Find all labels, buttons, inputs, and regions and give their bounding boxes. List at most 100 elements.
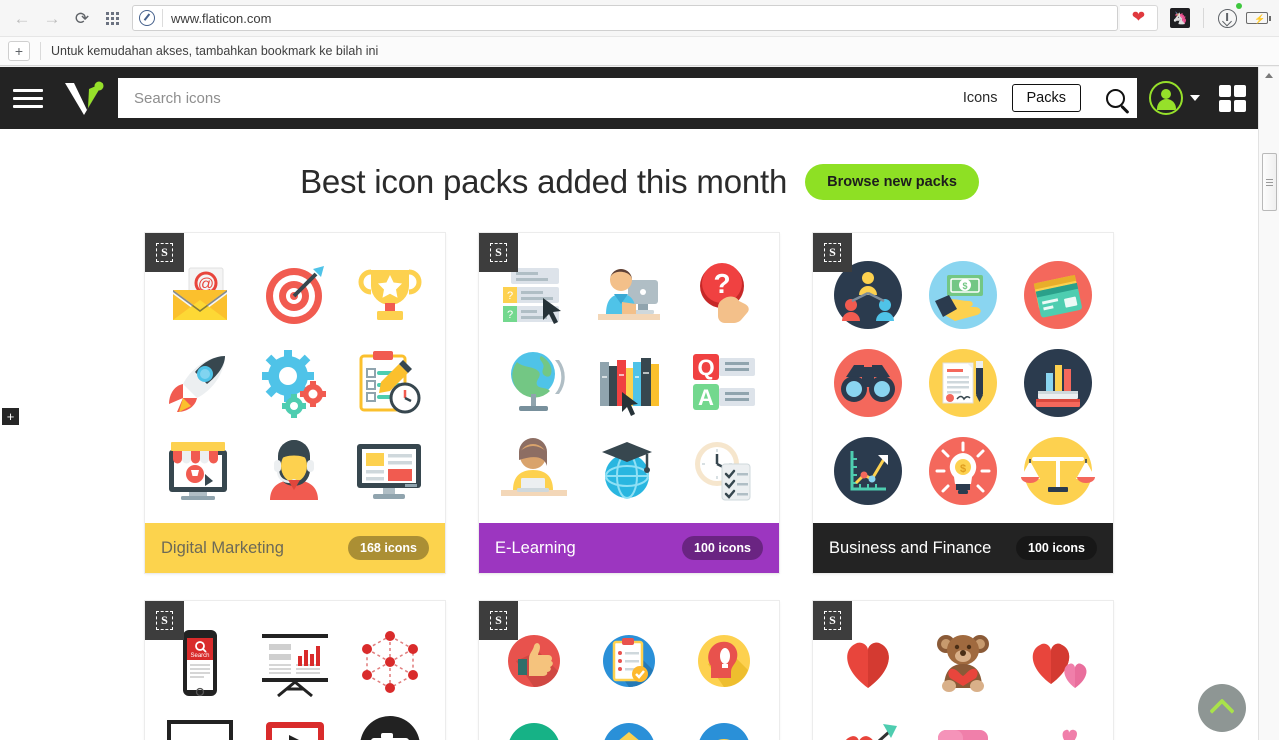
pack-card-business-and-finance[interactable]: S $ $ Business and Finance 100 icons <box>813 233 1113 573</box>
gears-settings-icon <box>261 350 326 418</box>
forward-arrow-icon[interactable]: → <box>38 4 66 32</box>
add-floating-button[interactable]: + <box>2 408 19 425</box>
svg-text:Q: Q <box>697 355 714 380</box>
nav-packs-button[interactable]: Packs <box>1011 84 1081 112</box>
binoculars-icon <box>834 349 903 417</box>
heart-arrow-icon <box>846 724 898 740</box>
page-title-row: Best icon packs added this month Browse … <box>0 163 1279 201</box>
scrollbar-thumb[interactable] <box>1262 153 1277 211</box>
www-browser-icon: WWW <box>167 720 234 740</box>
pack-preview-icons: Search <box>145 601 445 740</box>
toolbar-divider <box>1203 8 1204 28</box>
svg-text:?: ? <box>507 309 513 321</box>
teddy-bear-icon <box>936 635 989 692</box>
back-arrow-icon[interactable]: ← <box>8 4 36 32</box>
pack-name: E-Learning <box>495 538 576 557</box>
books-chart-icon <box>1023 349 1092 417</box>
pack-footer: Digital Marketing 168 icons <box>145 523 445 573</box>
pack-preview-icons <box>813 601 1113 740</box>
site-info-icon[interactable] <box>139 10 155 26</box>
bookmark-divider <box>40 42 41 60</box>
question-button-icon: ? <box>699 263 749 323</box>
apps-grid-icon[interactable] <box>98 4 126 32</box>
account-avatar-icon <box>1149 81 1183 115</box>
pack-card-row2-2[interactable]: S <box>479 601 779 740</box>
premium-badge-icon: S <box>145 601 184 640</box>
svg-text:$: $ <box>960 463 966 475</box>
pack-preview-icons: @ <box>145 233 445 523</box>
smile-round-icon <box>699 723 749 740</box>
web-layout-icon <box>356 444 421 499</box>
premium-badge-icon: S <box>479 233 518 272</box>
checklist-approved-icon <box>602 635 655 687</box>
page-scrollbar[interactable] <box>1258 67 1279 740</box>
add-bookmark-button[interactable]: + <box>8 41 30 61</box>
flaticon-logo-icon[interactable] <box>56 79 112 117</box>
browse-new-packs-button[interactable]: Browse new packs <box>805 164 979 200</box>
wifi-signal-icon <box>509 723 559 740</box>
site-header: Icons Packs <box>0 67 1258 129</box>
svg-text:?: ? <box>713 268 730 299</box>
graduation-globe-icon <box>601 442 652 499</box>
search-icon <box>1105 88 1125 108</box>
presentation-chart-icon <box>261 634 328 698</box>
omnibox-divider <box>162 9 163 27</box>
bookmarks-bar: + Untuk kemudahan akses, tambahkan bookm… <box>0 37 1279 66</box>
scroll-up-arrow-icon[interactable] <box>1259 67 1279 84</box>
woman-laptop-icon <box>501 438 568 496</box>
checklist-clock-icon <box>359 351 421 414</box>
hearts-trail-icon <box>1062 729 1077 740</box>
search-input[interactable] <box>118 78 949 118</box>
unicorn-extension-icon[interactable]: 🦄 <box>1166 4 1194 32</box>
hamburger-menu-icon[interactable] <box>0 88 56 108</box>
nav-icons-link[interactable]: Icons <box>949 78 1012 118</box>
search-bar: Icons Packs <box>118 78 1137 118</box>
pack-footer: E-Learning 100 icons <box>479 523 779 573</box>
student-computer-icon <box>597 269 660 320</box>
pack-icon-count: 100 icons <box>1016 536 1097 560</box>
search-submit-button[interactable] <box>1093 78 1137 118</box>
pack-preview-icons: $ $ <box>813 233 1113 523</box>
pack-grid-row-1: S @ Digital Marketing 168 icons S ? ? ? … <box>0 233 1258 573</box>
reload-icon[interactable]: ⟳ <box>68 4 96 32</box>
chevron-down-icon <box>1190 95 1200 101</box>
pack-icon-count: 168 icons <box>348 536 429 560</box>
video-play-icon <box>265 722 324 740</box>
pack-card-e-learning[interactable]: S ? ? ? Q A E-Learning 100 icons <box>479 233 779 573</box>
online-shop-icon <box>169 442 228 500</box>
page-title: Best icon packs added this month <box>300 163 788 200</box>
growth-chart-icon <box>834 437 903 505</box>
rocket-icon <box>169 356 226 412</box>
address-bar-url: www.flaticon.com <box>171 10 272 26</box>
address-bar[interactable]: www.flaticon.com <box>132 5 1118 31</box>
scroll-to-top-button[interactable] <box>1198 684 1246 732</box>
trophy-icon <box>358 269 422 320</box>
globe-stand-icon <box>511 352 566 411</box>
chevron-up-icon <box>1209 698 1235 724</box>
pack-name: Business and Finance <box>829 538 992 557</box>
email-round-icon <box>604 723 654 740</box>
pack-grid-row-2: S Search S S <box>0 601 1258 740</box>
account-menu[interactable] <box>1137 81 1206 115</box>
target-dart-icon <box>265 266 324 324</box>
pack-card-row2-1[interactable]: S Search <box>145 601 445 740</box>
grid-view-icon[interactable] <box>1206 84 1258 112</box>
pack-preview-icons: ? ? ? Q A <box>479 233 779 523</box>
premium-badge-icon: S <box>479 601 518 640</box>
battery-icon[interactable]: ⚡ <box>1243 4 1271 32</box>
browser-toolbar: ← → ⟳ www.flaticon.com ❤ 🦄 ⚡ <box>0 0 1279 37</box>
support-agent-icon <box>269 440 318 500</box>
bookmark-heart-button[interactable]: ❤ <box>1120 5 1158 31</box>
pack-preview-icons <box>479 601 779 740</box>
clock-checklist-icon <box>694 442 751 501</box>
download-icon[interactable] <box>1213 3 1242 32</box>
pack-name: Digital Marketing <box>161 538 284 557</box>
credit-cards-icon <box>1023 261 1092 329</box>
premium-badge-icon: S <box>145 233 184 272</box>
pack-card-digital-marketing[interactable]: S @ Digital Marketing 168 icons <box>145 233 445 573</box>
pack-footer: Business and Finance 100 icons <box>813 523 1113 573</box>
premium-badge-icon: S <box>813 233 852 272</box>
camera-icon <box>360 716 420 740</box>
pack-card-row2-3[interactable]: S <box>813 601 1113 740</box>
page-viewport: Icons Packs Best icon packs added this m… <box>0 67 1279 740</box>
